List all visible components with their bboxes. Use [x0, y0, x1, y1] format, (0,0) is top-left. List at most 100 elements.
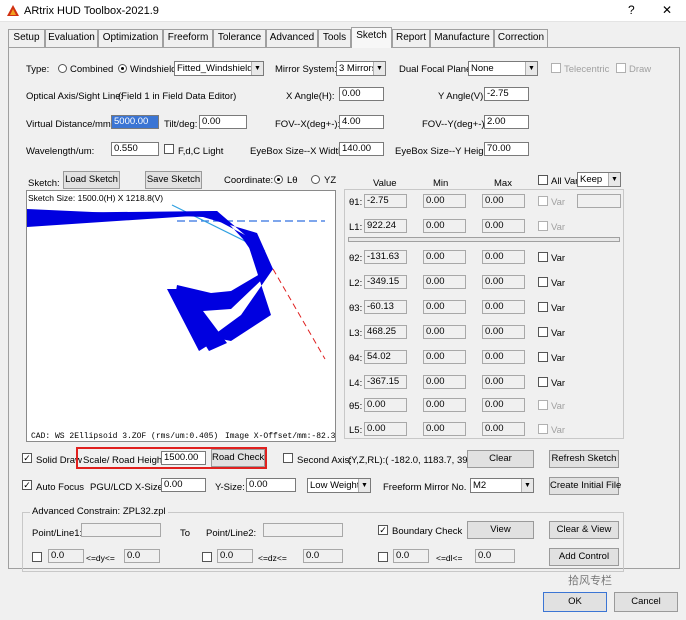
- param-max-input[interactable]: 0.00: [482, 250, 525, 264]
- dz-max-input[interactable]: 0.0: [303, 549, 343, 563]
- param-value-input[interactable]: 468.25: [364, 325, 407, 339]
- tab-report[interactable]: Report: [392, 29, 430, 47]
- var-checkbox[interactable]: [538, 377, 548, 387]
- telecentric-checkbox[interactable]: [551, 63, 561, 73]
- param-max-input[interactable]: 0.00: [482, 325, 525, 339]
- var-checkbox[interactable]: [538, 400, 548, 410]
- tab-optimization[interactable]: Optimization: [98, 29, 163, 47]
- param-min-input[interactable]: 0.00: [423, 300, 466, 314]
- scale-input[interactable]: 1500.00: [161, 451, 206, 465]
- param-max-input[interactable]: 0.00: [482, 300, 525, 314]
- tab-sketch[interactable]: Sketch: [351, 27, 392, 48]
- var-checkbox[interactable]: [538, 221, 548, 231]
- tab-tools[interactable]: Tools: [318, 29, 351, 47]
- dz-checkbox[interactable]: [202, 552, 212, 562]
- param-value-input[interactable]: -349.15: [364, 275, 407, 289]
- coord-yz-radio[interactable]: [311, 175, 320, 184]
- param-value-input[interactable]: 0.00: [364, 398, 407, 412]
- param-min-input[interactable]: 0.00: [423, 219, 466, 233]
- param-min-input[interactable]: 0.00: [423, 275, 466, 289]
- dual-focal-plane-select[interactable]: None ▼: [468, 61, 538, 76]
- dz-min-input[interactable]: 0.0: [217, 549, 253, 563]
- tab-tolerance[interactable]: Tolerance: [213, 29, 266, 47]
- sketch-canvas[interactable]: Sketch Size: 1500.0(H) X 1218.8(V) CAD: …: [26, 190, 336, 442]
- param-scroll[interactable]: [348, 237, 620, 242]
- fdc-checkbox[interactable]: [164, 144, 174, 154]
- all-var-select[interactable]: Keep ▼: [577, 172, 621, 187]
- close-button[interactable]: ✕: [662, 3, 672, 17]
- param-min-input[interactable]: 0.00: [423, 422, 466, 436]
- param-max-input[interactable]: 0.00: [482, 375, 525, 389]
- freeform-mirror-select[interactable]: M2 ▼: [470, 478, 534, 493]
- var-checkbox[interactable]: [538, 327, 548, 337]
- clear-view-button[interactable]: Clear & View: [549, 521, 619, 539]
- eyebox-x-input[interactable]: 140.00: [339, 142, 384, 156]
- coord-ltheta-radio[interactable]: [274, 175, 283, 184]
- wavelength-input[interactable]: 0.550: [111, 142, 159, 156]
- fov-x-input[interactable]: 4.00: [339, 115, 384, 129]
- refresh-sketch-button[interactable]: Refresh Sketch: [549, 450, 619, 468]
- dy-min-input[interactable]: 0.0: [48, 549, 84, 563]
- save-sketch-button[interactable]: Save Sketch: [145, 171, 202, 189]
- all-var-checkbox[interactable]: [538, 175, 548, 185]
- param-value-input[interactable]: -60.13: [364, 300, 407, 314]
- solid-draw-checkbox[interactable]: ✓: [22, 453, 32, 463]
- second-axis-checkbox[interactable]: [283, 453, 293, 463]
- param-min-input[interactable]: 0.00: [423, 398, 466, 412]
- help-button[interactable]: ?: [628, 3, 635, 17]
- param-min-input[interactable]: 0.00: [423, 375, 466, 389]
- mirror-system-select[interactable]: 3 Mirrors ▼: [336, 61, 386, 76]
- ok-button[interactable]: OK: [543, 592, 607, 612]
- weight-select[interactable]: Low Weight ▼: [307, 478, 371, 493]
- dl-checkbox[interactable]: [378, 552, 388, 562]
- var-checkbox[interactable]: [538, 196, 548, 206]
- param-max-input[interactable]: 0.00: [482, 350, 525, 364]
- tab-correction[interactable]: Correction: [494, 29, 548, 47]
- cancel-button[interactable]: Cancel: [614, 592, 678, 612]
- tilt-input[interactable]: 0.00: [199, 115, 247, 129]
- combined-radio[interactable]: [58, 64, 67, 73]
- auto-focus-checkbox[interactable]: ✓: [22, 480, 32, 490]
- param-max-input[interactable]: 0.00: [482, 275, 525, 289]
- param-value-input[interactable]: 922.24: [364, 219, 407, 233]
- var-checkbox[interactable]: [538, 277, 548, 287]
- fov-y-input[interactable]: 2.00: [484, 115, 529, 129]
- virtual-distance-input[interactable]: 5000.00: [111, 115, 159, 129]
- windshield-select[interactable]: Fitted_Windshield ▼: [174, 61, 264, 76]
- windshield-radio[interactable]: [118, 64, 127, 73]
- eyebox-y-input[interactable]: 70.00: [484, 142, 529, 156]
- x-angle-input[interactable]: 0.00: [339, 87, 384, 101]
- tab-setup[interactable]: Setup: [8, 29, 45, 47]
- tab-manufacture[interactable]: Manufacture: [430, 29, 494, 47]
- param-max-input[interactable]: 0.00: [482, 194, 525, 208]
- param-value-input[interactable]: 0.00: [364, 422, 407, 436]
- create-initial-file-button[interactable]: Create Initial File: [549, 477, 621, 495]
- clear-button[interactable]: Clear: [467, 450, 534, 468]
- dy-max-input[interactable]: 0.0: [124, 549, 160, 563]
- param-max-input[interactable]: 0.00: [482, 219, 525, 233]
- param-max-input[interactable]: 0.00: [482, 422, 525, 436]
- tab-freeform[interactable]: Freeform: [163, 29, 213, 47]
- tab-evaluation[interactable]: Evaluation: [45, 29, 98, 47]
- param-value-input[interactable]: -131.63: [364, 250, 407, 264]
- var-checkbox[interactable]: [538, 252, 548, 262]
- param-min-input[interactable]: 0.00: [423, 325, 466, 339]
- param-value-input[interactable]: -367.15: [364, 375, 407, 389]
- pgu-x-size-input[interactable]: 0.00: [161, 478, 206, 492]
- tab-advanced[interactable]: Advanced: [266, 29, 318, 47]
- param-min-input[interactable]: 0.00: [423, 350, 466, 364]
- param-min-input[interactable]: 0.00: [423, 194, 466, 208]
- var-checkbox[interactable]: [538, 424, 548, 434]
- draw-checkbox[interactable]: [616, 63, 626, 73]
- add-control-button[interactable]: Add Control: [549, 548, 619, 566]
- var-checkbox[interactable]: [538, 352, 548, 362]
- load-sketch-button[interactable]: Load Sketch: [63, 171, 120, 189]
- boundary-check-checkbox[interactable]: ✓: [378, 525, 388, 535]
- y-angle-input[interactable]: -2.75: [484, 87, 529, 101]
- dl-max-input[interactable]: 0.0: [475, 549, 515, 563]
- pgu-y-size-input[interactable]: 0.00: [246, 478, 296, 492]
- dl-min-input[interactable]: 0.0: [393, 549, 429, 563]
- view-button[interactable]: View: [467, 521, 534, 539]
- var-checkbox[interactable]: [538, 302, 548, 312]
- param-max-input[interactable]: 0.00: [482, 398, 525, 412]
